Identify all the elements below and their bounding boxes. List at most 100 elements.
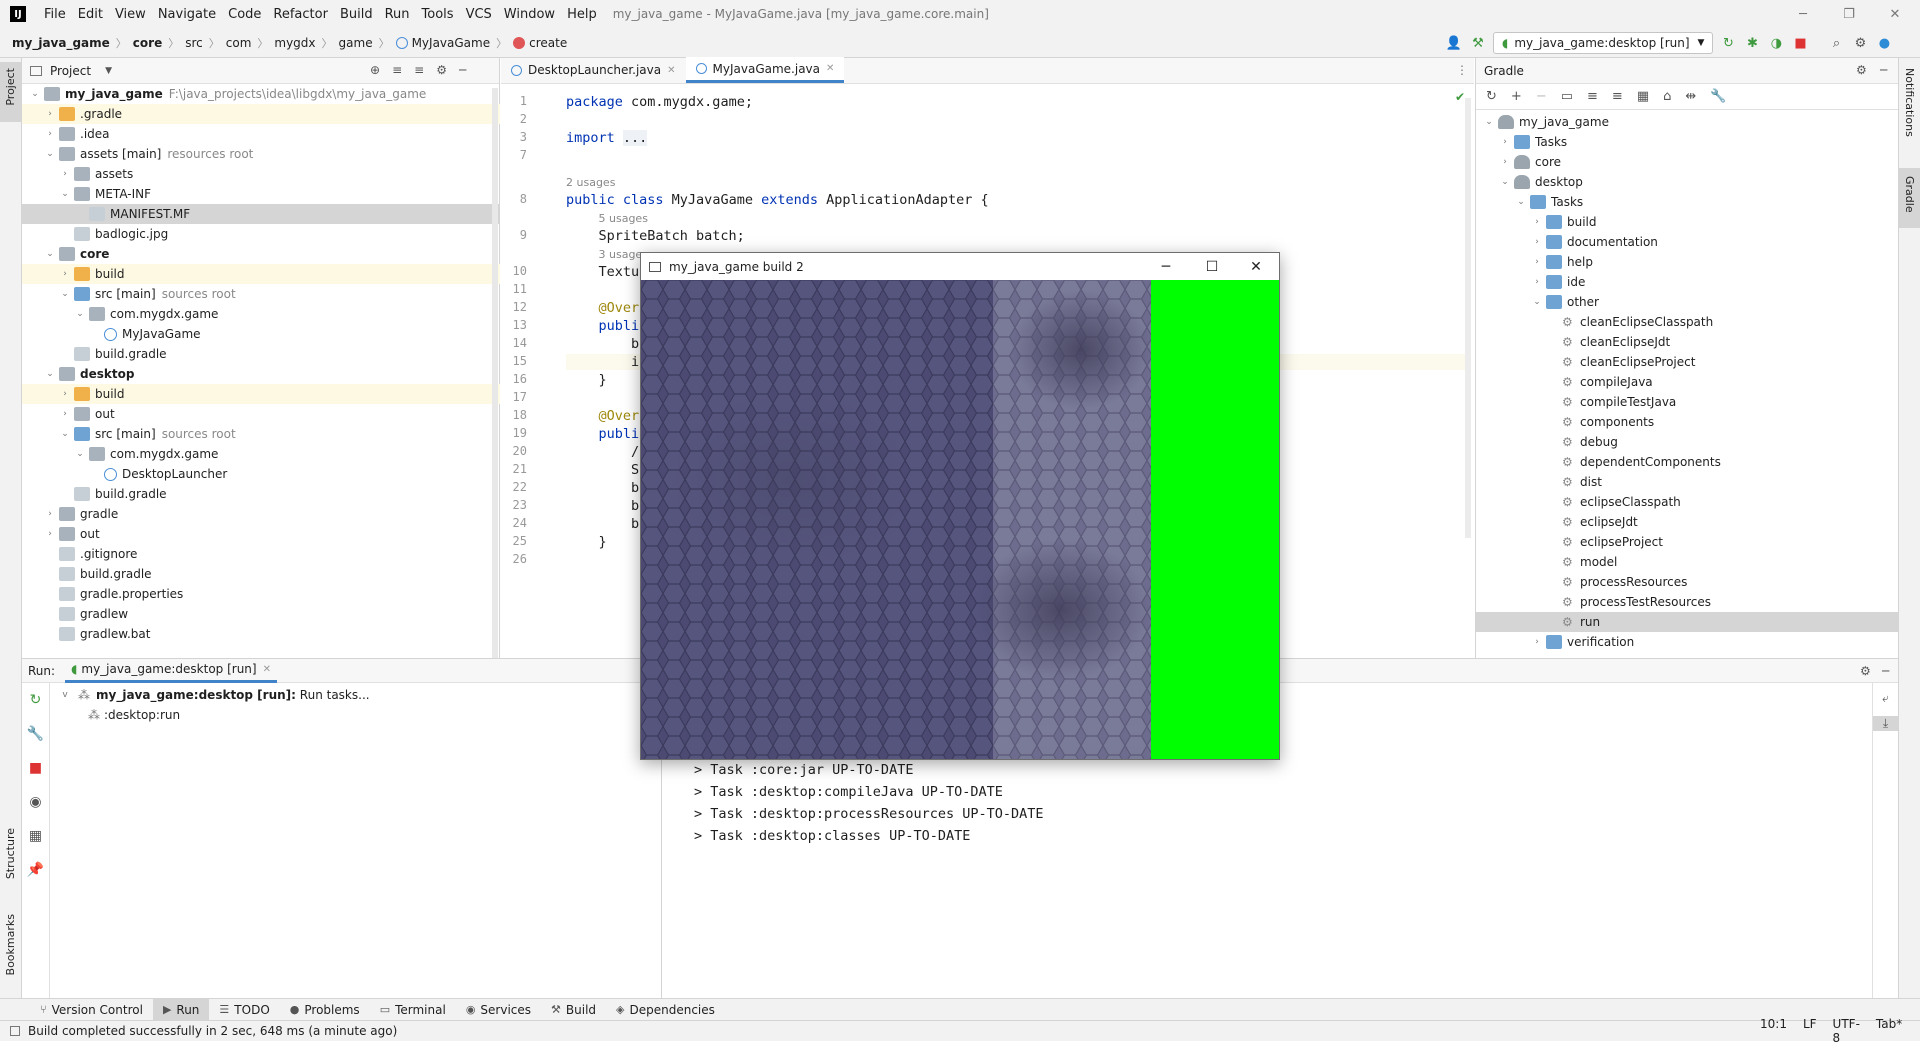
project-tree-node[interactable]: › .idea [22, 124, 500, 144]
project-tree-node[interactable]: ⌄ core [22, 244, 500, 264]
gradle-tree-node[interactable]: ⚙ components [1476, 412, 1899, 432]
code-line[interactable]: } [566, 372, 607, 388]
code-line[interactable]: @Over [566, 408, 640, 424]
chevron-right-icon[interactable]: › [1530, 237, 1544, 247]
chevron-right-icon[interactable]: › [58, 389, 72, 399]
expand-all-icon[interactable]: ≡ [1587, 89, 1598, 104]
jetbrains-toolbox-icon[interactable]: ● [1875, 34, 1893, 52]
code-line[interactable]: publi [566, 426, 640, 442]
project-tree-node[interactable]: ⌄ com.mygdx.game [22, 304, 500, 324]
gradle-tree-node[interactable]: ⚙ eclipseJdt [1476, 512, 1899, 532]
game-close-button[interactable]: ✕ [1233, 253, 1279, 280]
gradle-tree-node[interactable]: ⚙ cleanEclipseJdt [1476, 332, 1899, 352]
close-tab-icon[interactable]: ✕ [826, 63, 834, 74]
bottom-tool-version-control[interactable]: ⑂ Version Control [30, 999, 153, 1021]
breadcrumb-item[interactable]: create [529, 36, 567, 50]
code-line[interactable]: S [566, 462, 639, 478]
project-tree-node[interactable]: badlogic.jpg [22, 224, 500, 244]
gear-icon[interactable]: ⚙ [1856, 63, 1867, 77]
menu-run[interactable]: Run [379, 7, 416, 22]
minimize-button[interactable]: ─ [1780, 0, 1826, 28]
project-tree-node[interactable]: › build [22, 264, 500, 284]
pin-icon[interactable]: 📌 [22, 853, 49, 887]
bottom-tool-terminal[interactable]: ▭ Terminal [370, 999, 456, 1021]
scrollbar[interactable] [492, 88, 498, 658]
gradle-tree-node[interactable]: ⌄ desktop [1476, 172, 1899, 192]
code-line[interactable]: b [566, 336, 639, 352]
chevron-right-icon[interactable]: › [1530, 217, 1544, 227]
group-icon[interactable]: ▦ [1637, 89, 1649, 104]
user-icon[interactable]: 👤 [1445, 34, 1463, 52]
code-line[interactable]: } [566, 534, 607, 550]
rerun-icon[interactable]: ↻ [1719, 34, 1737, 52]
status-toggle-icon[interactable] [10, 1026, 20, 1036]
editor-tab[interactable]: DesktopLauncher.java ✕ [501, 57, 686, 83]
project-tree-node[interactable]: ⌄ src [main] sources root [22, 284, 500, 304]
editor-tab[interactable]: MyJavaGame.java ✕ [685, 57, 845, 83]
build-hammer-icon[interactable]: ⚒ [1469, 34, 1487, 52]
run-tree-child[interactable]: ⁂:desktop:run [52, 705, 661, 725]
project-tree-node[interactable]: MANIFEST.MF [22, 204, 500, 224]
menu-build[interactable]: Build [334, 7, 379, 22]
project-tree-node[interactable]: gradlew.bat [22, 624, 500, 644]
gear-icon[interactable]: ⚙ [436, 63, 447, 77]
project-tree-node[interactable]: gradle.properties [22, 584, 500, 604]
more-tabs-icon[interactable]: ⋮ [1456, 63, 1468, 77]
gradle-tree-node[interactable]: ⌄ my_java_game [1476, 112, 1899, 132]
breadcrumb-item[interactable]: mygdx [274, 36, 315, 50]
chevron-down-icon[interactable]: ⌄ [58, 289, 72, 299]
code-line[interactable]: @Over [566, 300, 640, 316]
bottom-tool-todo[interactable]: ☰ TODO [209, 999, 279, 1021]
chevron-down-icon[interactable]: ⌄ [1514, 197, 1528, 207]
breadcrumb-item[interactable]: MyJavaGame [412, 36, 491, 50]
gradle-tree-node[interactable]: ⌄ other [1476, 292, 1899, 312]
hide-icon[interactable]: ─ [1882, 664, 1889, 678]
maximize-button[interactable]: ❐ [1826, 0, 1872, 28]
gradle-tree-node[interactable]: ⚙ model [1476, 552, 1899, 572]
gradle-tree-node[interactable]: › build [1476, 212, 1899, 232]
project-tree-node[interactable]: .gitignore [22, 544, 500, 564]
gradle-tree-node[interactable]: › Tasks [1476, 132, 1899, 152]
project-tree-node[interactable]: gradlew [22, 604, 500, 624]
menu-help[interactable]: Help [561, 7, 603, 22]
breadcrumb-item[interactable]: core [133, 36, 162, 50]
close-tab-icon[interactable]: ✕ [263, 664, 271, 675]
app-logo-icon[interactable]: IJ [10, 6, 26, 22]
collapse-all-icon[interactable]: ≡ [1612, 89, 1623, 104]
game-window-titlebar[interactable]: my_java_game build 2 ─ ☐ ✕ [641, 253, 1279, 280]
gradle-tree-node[interactable]: › documentation [1476, 232, 1899, 252]
code-line[interactable]: / [566, 444, 639, 460]
menu-file[interactable]: File [38, 7, 72, 22]
chevron-right-icon[interactable]: › [1530, 637, 1544, 647]
gradle-tree-node[interactable]: ⌄ Tasks [1476, 192, 1899, 212]
run-tab[interactable]: ◖ my_java_game:desktop [run] ✕ [65, 659, 277, 683]
breadcrumb-item[interactable]: game [339, 36, 373, 50]
hide-icon[interactable]: ─ [1880, 63, 1887, 77]
bottom-tool-run[interactable]: ▶ Run [152, 998, 210, 1021]
stop-icon[interactable]: ■ [22, 751, 49, 785]
wrench-icon[interactable]: 🔧 [1710, 89, 1726, 104]
chevron-down-icon[interactable]: ⌄ [43, 249, 57, 259]
code-line[interactable]: SpriteBatch batch; [566, 228, 745, 244]
chevron-down-icon[interactable]: ▼ [105, 66, 112, 76]
gradle-tool-button[interactable]: Gradle [1899, 168, 1920, 228]
bottom-tool-problems[interactable]: ● Problems [280, 999, 370, 1021]
chevron-right-icon[interactable]: › [58, 169, 72, 179]
close-tab-icon[interactable]: ✕ [667, 65, 675, 76]
gradle-tree-node[interactable]: ⚙ cleanEclipseClasspath [1476, 312, 1899, 332]
wrench-icon[interactable]: 🔧 [22, 717, 49, 751]
gradle-tree-node[interactable]: › ide [1476, 272, 1899, 292]
chevron-down-icon[interactable]: ⌄ [58, 429, 72, 439]
layout-icon[interactable]: ▦ [22, 819, 49, 853]
offline-icon[interactable]: ⇹ [1685, 89, 1696, 104]
code-line[interactable]: 3 usages [566, 246, 648, 262]
code-line[interactable]: public class MyJavaGame extends Applicat… [566, 192, 989, 208]
gradle-tree-node[interactable]: ⚙ processTestResources [1476, 592, 1899, 612]
execute-icon[interactable]: ⌂ [1663, 89, 1671, 104]
menu-tools[interactable]: Tools [416, 7, 460, 22]
chevron-down-icon[interactable]: ⌄ [1530, 297, 1544, 307]
code-line[interactable]: b [566, 498, 639, 514]
code-line[interactable]: b [566, 480, 639, 496]
chevron-down-icon[interactable]: ⌄ [73, 449, 87, 459]
code-line[interactable]: 2 usages [566, 174, 615, 190]
